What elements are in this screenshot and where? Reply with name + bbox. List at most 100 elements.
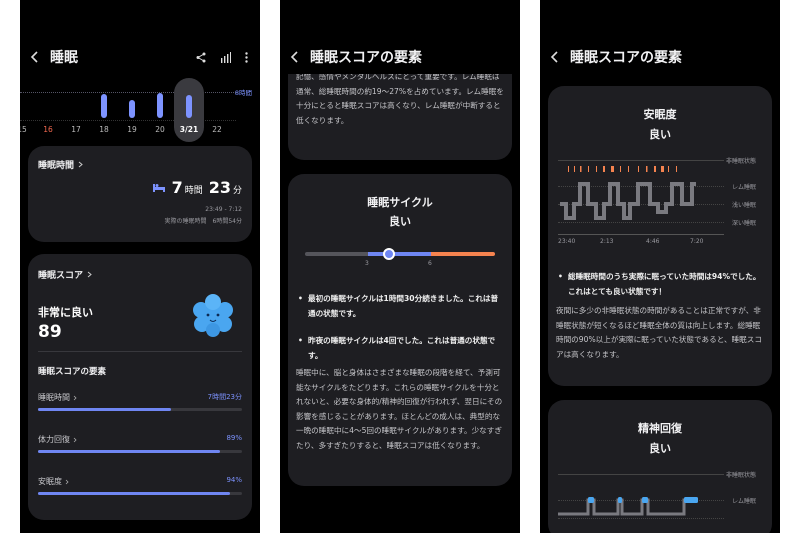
chevron-right-icon — [73, 437, 77, 442]
day-label[interactable]: 17 — [66, 125, 86, 134]
chevron-right-icon — [87, 271, 92, 278]
rem-info-card: 記憶、感情やメンタルヘルスにとって重要です。レム睡眠は通常、総睡眠時間の約19〜… — [288, 74, 512, 160]
rem-chart — [558, 497, 698, 516]
sleep-score-header[interactable]: 睡眠スコア — [38, 268, 92, 281]
score-value: 89 — [38, 322, 62, 342]
factor-sleep-time[interactable]: 睡眠時間 7時間23分 — [38, 392, 242, 411]
page-title: 睡眠 — [50, 50, 78, 66]
legend-rem: レム睡眠 — [732, 498, 756, 505]
factor-bar — [38, 450, 242, 453]
scale-normal — [368, 252, 431, 256]
sleep-time-label: 睡眠時間 — [38, 161, 75, 171]
scale-tick: 3 — [365, 260, 369, 267]
sleep-time-card[interactable]: 睡眠時間 7 時間 23 分 23:49 - 7:12 実際の睡眠時間 6時間5… — [28, 146, 252, 242]
minutes-unit: 分 — [232, 186, 242, 196]
sleep-score-label: 睡眠スコア — [38, 271, 84, 281]
day-label[interactable]: 20 — [150, 125, 170, 134]
quality-description: 夜間に多少の非睡眠状態の時間があることは正常ですが、非睡眠状態が短くなるほど睡眠… — [556, 306, 762, 359]
scale-high — [431, 252, 495, 256]
score-rating: 非常に良い — [38, 306, 93, 319]
time-label: 4:46 — [646, 238, 660, 245]
chevron-right-icon — [73, 395, 77, 400]
cycle-marker — [383, 248, 396, 260]
bed-icon — [152, 184, 165, 192]
cycle-scale — [305, 248, 495, 260]
day-label[interactable]: 22 — [207, 125, 227, 134]
more-options-icon[interactable] — [245, 51, 248, 63]
sleep-cycle-card: 睡眠サイクル 良い 3 6 最初の睡眠サイクルは1時間30分続きました。これは普… — [288, 174, 512, 486]
share-icon[interactable] — [196, 52, 206, 63]
back-button[interactable] — [20, 44, 50, 70]
cycle-bullet: 昨夜の睡眠サイクルは4回でした。これは普通の状態です。 — [296, 334, 504, 363]
factors-title: 睡眠スコアの要素 — [38, 367, 107, 377]
day-label[interactable]: 15 — [20, 125, 32, 134]
recovery-title: 精神回復 — [638, 422, 682, 435]
sleep-hours: 7 — [171, 178, 183, 197]
factor-recovery[interactable]: 体力回復 89% — [38, 434, 242, 453]
sleep-quality-card: 安眠度 良い 非睡眠状態 レム睡眠 浅い睡眠 深い睡眠 23:40 2:13 4… — [548, 86, 772, 386]
factor-bar-fill — [38, 408, 171, 411]
back-button[interactable] — [280, 44, 310, 70]
time-label: 2:13 — [600, 238, 614, 245]
sleep-stage-chart: 非睡眠状態 レム睡眠 浅い睡眠 深い睡眠 23:40 2:13 4:46 7:2… — [558, 156, 762, 246]
factor-sleep-quality[interactable]: 安眠度 94% — [38, 476, 242, 495]
cycle-description: 睡眠中に、脳と身体はさまざまな睡眠の段階を経て、予測可能なサイクルをたどります。… — [296, 368, 503, 450]
chevron-right-icon — [65, 479, 69, 484]
hypnogram — [560, 166, 696, 220]
quality-bullet: 総睡眠時間のうち実際に眠っていた時間は94%でした。これはとても良い状態です！ — [556, 270, 764, 299]
factor-bar — [38, 492, 242, 495]
factor-label: 体力回復 — [38, 435, 70, 444]
chevron-left-icon — [30, 51, 38, 63]
sleep-score-card[interactable]: 睡眠スコア 非常に良い 89 睡眠スコアの要素 睡眠時間 7時間23分 体力回復… — [28, 254, 252, 520]
quality-rating: 良い — [649, 128, 671, 141]
sleep-bar[interactable] — [157, 93, 163, 118]
factor-value: 94% — [226, 476, 242, 484]
factor-bar — [38, 408, 242, 411]
back-button[interactable] — [540, 44, 570, 70]
day-label[interactable]: 16 — [38, 125, 58, 134]
bar-chart-icon[interactable] — [220, 51, 231, 63]
day-label-selected[interactable]: 3/21 — [179, 125, 199, 134]
day-label[interactable]: 18 — [94, 125, 114, 134]
hours-unit: 時間 — [184, 186, 203, 196]
cycle-title: 睡眠サイクル — [367, 196, 433, 209]
chevron-left-icon — [290, 51, 298, 63]
page-title: 睡眠スコアの要素 — [570, 50, 682, 66]
actual-sleep: 実際の睡眠時間 6時間54分 — [164, 218, 242, 225]
factor-value: 7時間23分 — [207, 393, 242, 401]
sleep-minutes: 23 — [208, 178, 231, 197]
quality-title: 安眠度 — [643, 108, 677, 121]
factor-label: 安眠度 — [38, 477, 62, 486]
cloud-mascot-icon — [193, 294, 233, 337]
sleep-bar[interactable] — [186, 95, 192, 118]
day-label[interactable]: 19 — [122, 125, 142, 134]
divider — [38, 351, 242, 352]
top-bar: 睡眠スコアの要素 — [280, 44, 520, 70]
recovery-rating: 良い — [649, 442, 671, 455]
time-label: 7:20 — [690, 238, 704, 245]
sleep-time-header[interactable]: 睡眠時間 — [38, 158, 83, 171]
legend-light: 浅い睡眠 — [731, 202, 756, 209]
time-label: 23:40 — [558, 238, 576, 245]
score-factors-detail-screen: 睡眠スコアの要素 安眠度 良い 非睡眠状態 レム睡眠 浅い睡眠 深い睡眠 23:… — [540, 0, 780, 533]
sleep-bar[interactable] — [129, 100, 135, 118]
sleep-screen: 睡眠 8時間 15 16 17 18 19 20 3/21 22 睡眠時間 7 … — [20, 0, 260, 533]
cycle-rating: 良い — [389, 215, 411, 228]
sleep-duration: 7 時間 23 分 — [152, 178, 242, 197]
top-bar: 睡眠 — [20, 44, 260, 70]
chart-max-label: 8時間 — [234, 89, 252, 97]
rem-description: 記憶、感情やメンタルヘルスにとって重要です。レム睡眠は通常、総睡眠時間の約19〜… — [296, 74, 504, 125]
score-factors-screen: 睡眠スコアの要素 記憶、感情やメンタルヘルスにとって重要です。レム睡眠は通常、総… — [280, 0, 520, 533]
factor-value: 89% — [226, 434, 242, 442]
legend-awake: 非睡眠状態 — [725, 472, 756, 479]
factor-label: 睡眠時間 — [38, 393, 70, 402]
chevron-right-icon — [78, 161, 83, 168]
recovery-chart: 非睡眠状態 レム睡眠 — [558, 470, 762, 530]
top-bar: 睡眠スコアの要素 — [540, 44, 780, 70]
sleep-bar[interactable] — [101, 94, 107, 118]
legend-rem: レム睡眠 — [732, 184, 756, 191]
legend-deep: 深い睡眠 — [731, 220, 756, 227]
factor-bar-fill — [38, 450, 220, 453]
mental-recovery-card: 精神回復 良い 非睡眠状態 レム睡眠 — [548, 400, 772, 533]
legend-awake: 非睡眠状態 — [725, 158, 756, 165]
